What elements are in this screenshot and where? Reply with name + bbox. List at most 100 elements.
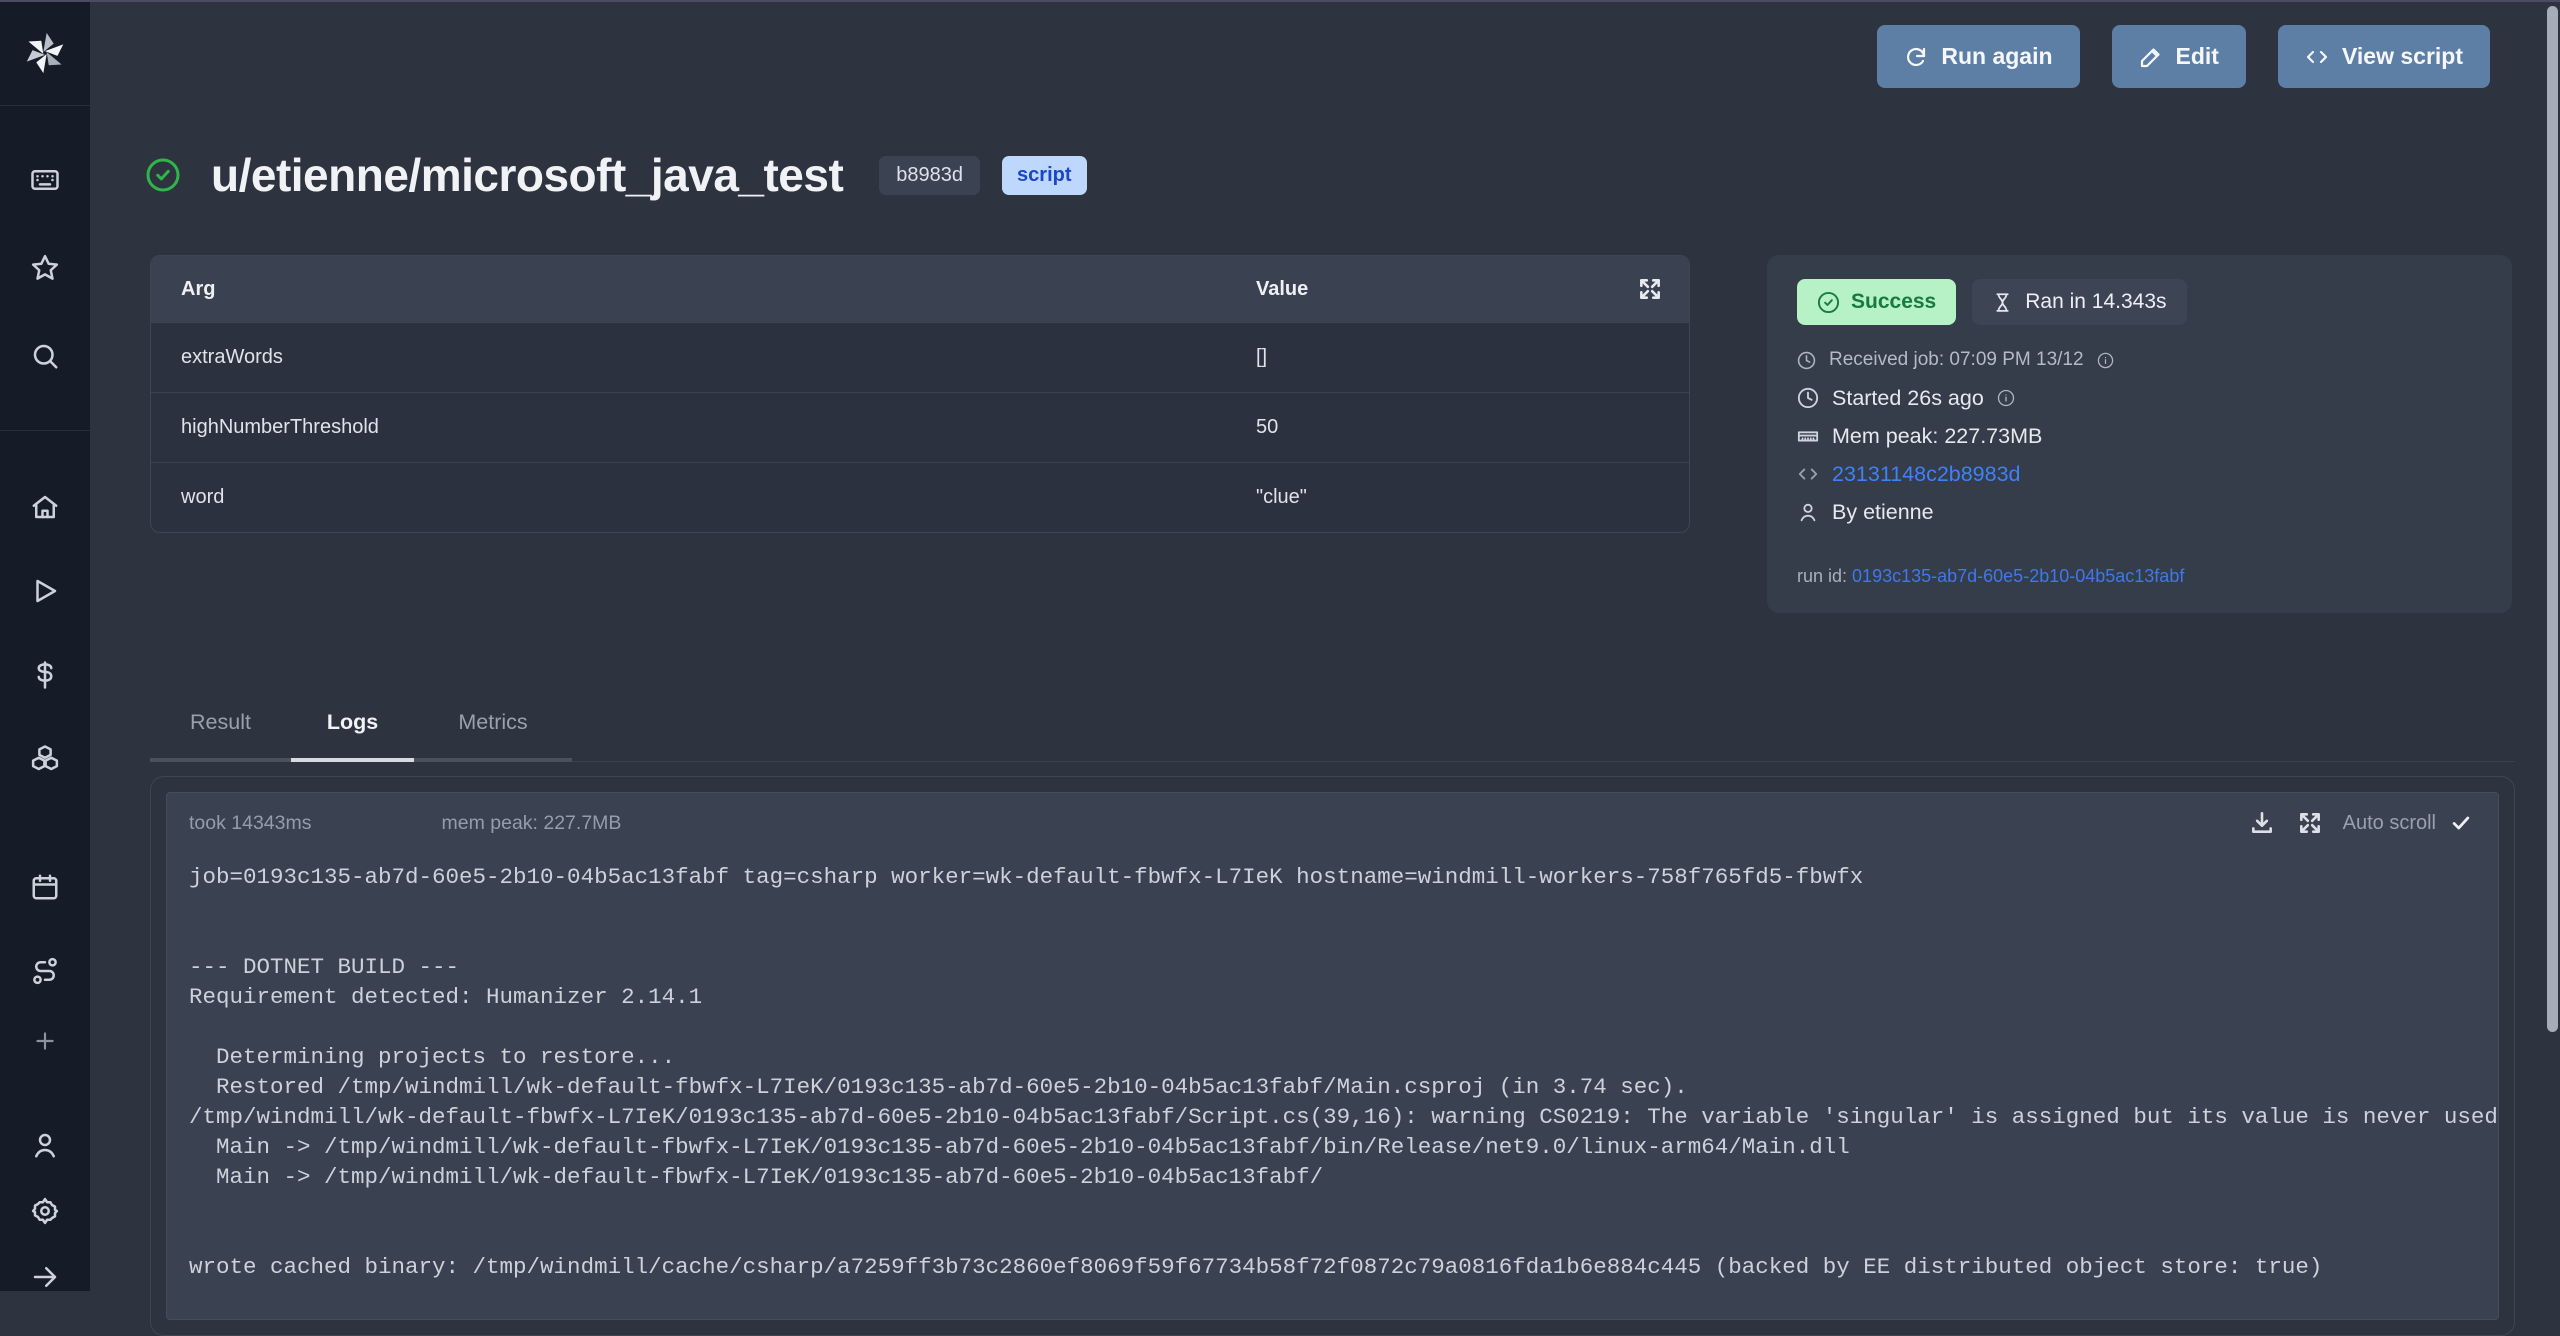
plus-icon <box>32 1028 58 1054</box>
toolbar: Run again Edit View script <box>1877 25 2490 88</box>
settings-gear-icon <box>30 1196 60 1226</box>
sidebar-item-search[interactable] <box>0 312 90 400</box>
run-again-button[interactable]: Run again <box>1877 25 2079 88</box>
sidebar-item-home[interactable] <box>0 465 90 549</box>
logs-panel: took 14343ms mem peak: 227.7MB Auto scro… <box>166 792 2499 1320</box>
auto-scroll-checkbox[interactable] <box>2450 812 2472 834</box>
sidebar-item-schedules[interactable] <box>0 845 90 929</box>
status-row: Success Ran in 14.343s <box>1797 279 2486 325</box>
code-icon <box>1797 463 1819 485</box>
view-script-button[interactable]: View script <box>2278 25 2490 88</box>
title-row: u/etienne/microsoft_java_test b8983d scr… <box>145 148 1087 202</box>
mem-peak-text: Mem peak: 227.73MB <box>1832 423 2042 449</box>
user-icon <box>1797 501 1819 523</box>
download-logs-button[interactable] <box>2249 810 2275 836</box>
sidebar <box>0 0 90 1291</box>
boxes-icon <box>30 744 60 774</box>
calendar-icon <box>30 872 60 902</box>
arg-name: highNumberThreshold <box>151 416 1256 439</box>
table-row: extraWords [] <box>151 322 1689 392</box>
script-hash-badge: b8983d <box>879 156 980 195</box>
script-type-badge[interactable]: script <box>1002 156 1086 195</box>
sidebar-item-create[interactable] <box>0 1013 90 1069</box>
memory-chip-icon <box>1797 425 1819 447</box>
refresh-icon <box>1904 45 1928 69</box>
expand-args-button[interactable] <box>1637 276 1689 302</box>
window-top-edge <box>0 0 2560 2</box>
column-header-arg: Arg <box>151 278 1256 301</box>
args-table: Arg Value extraWords [] highNumberThresh… <box>150 255 1690 533</box>
page-title: u/etienne/microsoft_java_test <box>211 148 843 202</box>
arg-value: 50 <box>1256 416 1689 439</box>
run-id-link[interactable]: 0193c135-ab7d-60e5-2b10-04b5ac13fabf <box>1852 566 2184 586</box>
sidebar-group-main <box>0 465 90 801</box>
run-again-label: Run again <box>1941 43 2052 70</box>
pencil-icon <box>2139 45 2163 69</box>
sidebar-group-top <box>0 136 90 400</box>
by-user-text: By etienne <box>1832 499 1934 525</box>
play-icon <box>30 576 60 606</box>
code-icon <box>2305 45 2329 69</box>
script-hash-row: 23131148c2b8983d <box>1797 461 2486 487</box>
status-label: Success <box>1851 290 1936 314</box>
started-row: Started 26s ago <box>1797 385 2486 411</box>
sidebar-item-favorites[interactable] <box>0 224 90 312</box>
route-icon <box>30 956 60 986</box>
edit-label: Edit <box>2176 43 2219 70</box>
duration-label: Ran in 14.343s <box>2025 290 2166 314</box>
sidebar-item-logo[interactable] <box>0 0 90 106</box>
sidebar-item-account[interactable] <box>0 1112 90 1178</box>
sidebar-item-runs[interactable] <box>0 549 90 633</box>
tab-logs[interactable]: Logs <box>291 706 414 762</box>
auto-scroll-label: Auto scroll <box>2343 812 2436 835</box>
result-tabs: Result Logs Metrics <box>150 706 2515 762</box>
success-check-circle-icon <box>145 157 181 193</box>
maximize-icon <box>1637 276 1663 302</box>
sidebar-item-triggers[interactable] <box>0 929 90 1013</box>
info-icon[interactable] <box>2097 352 2114 369</box>
expand-logs-button[interactable] <box>2297 810 2323 836</box>
check-circle-icon <box>1817 291 1840 314</box>
sidebar-item-expand[interactable] <box>0 1244 90 1310</box>
run-id-row: run id: 0193c135-ab7d-60e5-2b10-04b5ac13… <box>1797 566 2486 587</box>
script-hash-link[interactable]: 23131148c2b8983d <box>1832 461 2021 487</box>
sidebar-item-apps[interactable] <box>0 136 90 224</box>
user-icon <box>30 1130 60 1160</box>
args-table-header: Arg Value <box>151 256 1689 322</box>
by-user-row: By etienne <box>1797 499 2486 525</box>
run-id-label: run id: <box>1797 566 1847 586</box>
sidebar-divider <box>0 430 90 431</box>
received-job-row: Received job: 07:09 PM 13/12 <box>1797 347 2486 373</box>
arg-name: word <box>151 486 1256 509</box>
status-badge: Success <box>1797 279 1956 325</box>
window-scrollbar[interactable] <box>2547 6 2558 1032</box>
tab-result[interactable]: Result <box>150 706 291 762</box>
sidebar-item-settings[interactable] <box>0 1178 90 1244</box>
logs-header: took 14343ms mem peak: 227.7MB Auto scro… <box>167 793 2498 844</box>
sidebar-group-bottom <box>0 1112 90 1310</box>
keyboard-icon <box>30 165 60 195</box>
table-row: highNumberThreshold 50 <box>151 392 1689 462</box>
clock-icon <box>1797 351 1816 370</box>
sidebar-group-secondary <box>0 845 90 1069</box>
info-icon[interactable] <box>1997 389 2015 407</box>
sidebar-item-variables[interactable] <box>0 633 90 717</box>
column-header-value: Value <box>1256 278 1637 301</box>
job-info-panel: Success Ran in 14.343s Received job: 07:… <box>1767 255 2512 613</box>
edit-button[interactable]: Edit <box>2112 25 2246 88</box>
checkmark-icon <box>2450 812 2472 834</box>
arg-value: "clue" <box>1256 486 1689 509</box>
sidebar-item-resources[interactable] <box>0 717 90 801</box>
arrow-right-icon <box>30 1262 60 1292</box>
view-script-label: View script <box>2342 43 2463 70</box>
maximize-icon <box>2297 810 2323 836</box>
tab-metrics[interactable]: Metrics <box>414 706 572 762</box>
table-row: word "clue" <box>151 462 1689 532</box>
took-duration: took 14343ms <box>189 812 312 835</box>
arg-name: extraWords <box>151 346 1256 369</box>
log-output[interactable]: job=0193c135-ab7d-60e5-2b10-04b5ac13fabf… <box>167 844 2498 1319</box>
dollar-icon <box>30 660 60 690</box>
star-icon <box>30 253 60 283</box>
arg-value: [] <box>1256 346 1689 369</box>
mem-peak-row: Mem peak: 227.73MB <box>1797 423 2486 449</box>
